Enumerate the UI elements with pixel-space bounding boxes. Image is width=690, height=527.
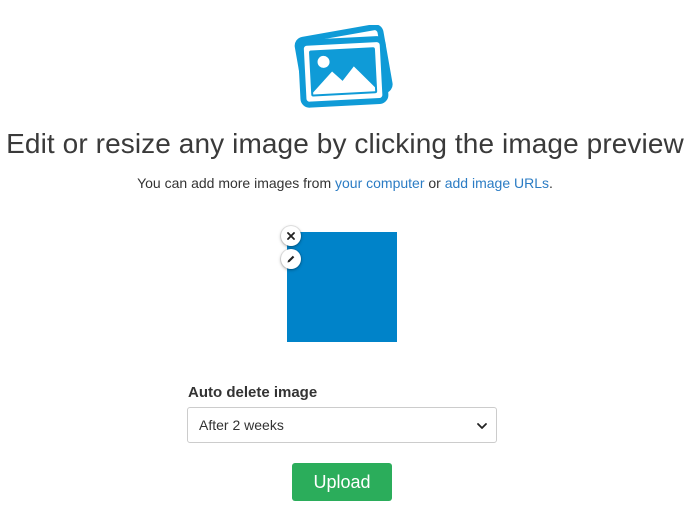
upload-page: Edit or resize any image by clicking the… <box>0 0 690 527</box>
your-computer-link[interactable]: your computer <box>335 175 424 191</box>
add-image-urls-link[interactable]: add image URLs <box>445 175 549 191</box>
instructions-prefix: You can add more images from <box>137 175 336 191</box>
instructions-middle: or <box>424 175 445 191</box>
edit-image-button[interactable] <box>281 249 301 269</box>
page-headline: Edit or resize any image by clicking the… <box>6 128 684 159</box>
instructions-text: You can add more images from your comput… <box>0 175 690 191</box>
auto-delete-label: Auto delete image <box>188 384 318 401</box>
auto-delete-select[interactable]: After 2 weeks <box>187 407 497 443</box>
chevron-down-icon <box>477 423 487 429</box>
instructions-suffix: . <box>549 175 553 191</box>
pencil-icon <box>287 255 295 263</box>
upload-button[interactable]: Upload <box>292 463 392 501</box>
image-preview[interactable] <box>287 232 397 342</box>
close-icon <box>287 232 295 240</box>
auto-delete-selected-value: After 2 weeks <box>199 417 284 433</box>
photos-stack-icon <box>294 25 393 108</box>
remove-image-button[interactable] <box>281 226 301 246</box>
